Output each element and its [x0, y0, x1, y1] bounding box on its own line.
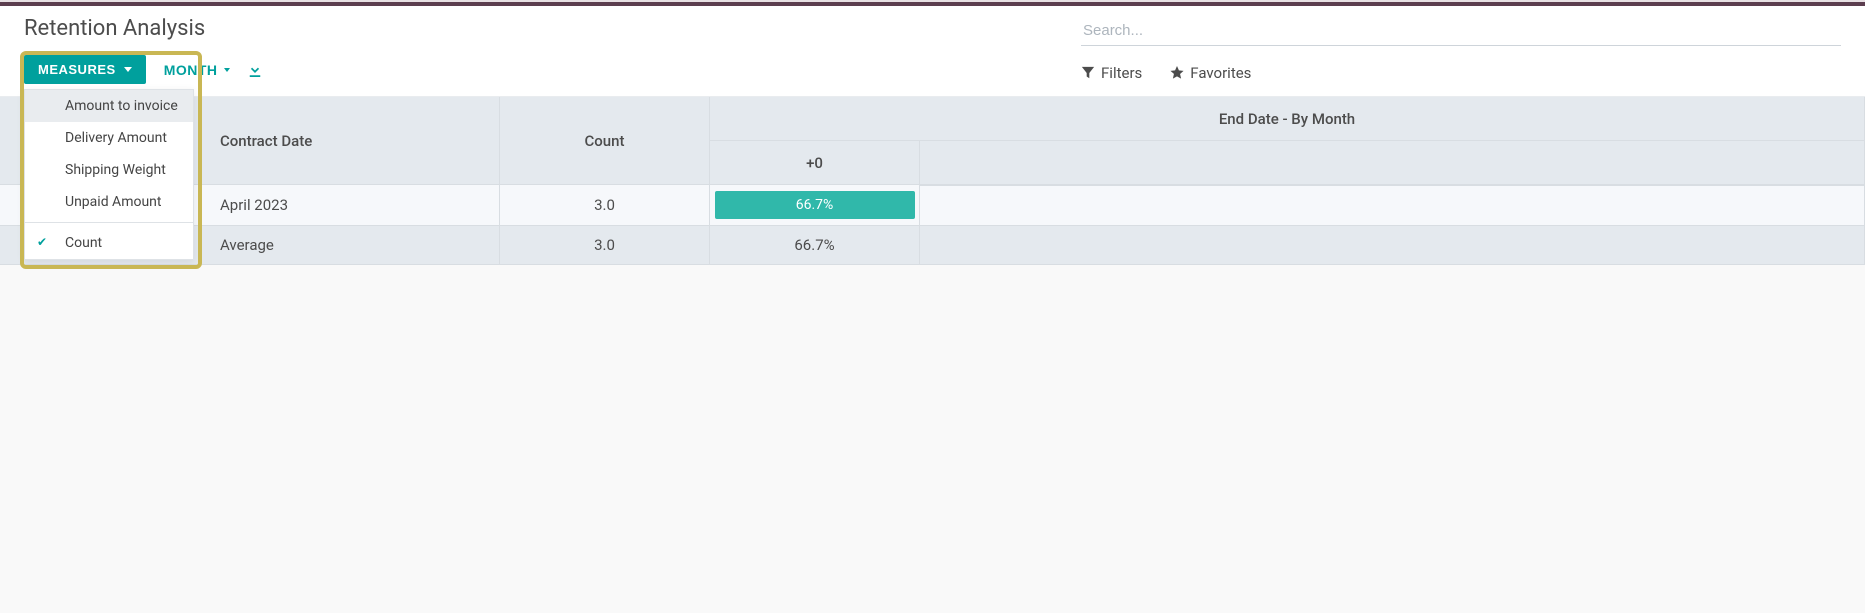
- menu-item-label: Delivery Amount: [65, 130, 167, 146]
- measures-button[interactable]: MEASURES: [24, 55, 146, 84]
- menu-item-label: Count: [65, 235, 102, 251]
- measures-item-unpaid-amount[interactable]: Unpaid Amount: [25, 186, 193, 218]
- menu-item-label: Shipping Weight: [65, 162, 166, 178]
- menu-item-label: Unpaid Amount: [65, 194, 161, 210]
- cell-avg-count: 3.0: [500, 226, 710, 265]
- funnel-icon: [1081, 66, 1095, 80]
- measures-item-count[interactable]: ✔ Count: [25, 227, 193, 259]
- cell-empty: [920, 185, 1865, 226]
- cell-count: 3.0: [500, 185, 710, 226]
- measures-button-label: MEASURES: [38, 62, 116, 77]
- cell-avg-pct: 66.7%: [710, 226, 920, 265]
- table-row: April 2023 3.0 66.7%: [0, 185, 1865, 226]
- col-count[interactable]: Count: [500, 97, 710, 185]
- download-icon: [248, 63, 262, 77]
- measures-item-amount-to-invoice[interactable]: Amount to invoice: [25, 90, 193, 122]
- toolbar: MEASURES MONTH Amount to invoice Deliver…: [24, 55, 262, 96]
- col-plus-0[interactable]: +0: [710, 141, 920, 185]
- retention-chip: 66.7%: [715, 191, 915, 219]
- measures-item-shipping-weight[interactable]: Shipping Weight: [25, 154, 193, 186]
- favorites-label: Favorites: [1190, 64, 1251, 82]
- page-title: Retention Analysis: [24, 16, 262, 41]
- col-spacer: [920, 141, 1865, 185]
- search-input[interactable]: [1081, 16, 1841, 46]
- cell-retention-0: 66.7%: [710, 185, 920, 226]
- retention-table: Contract Date Count End Date - By Month …: [0, 97, 1865, 265]
- caret-down-icon: [224, 68, 230, 72]
- search-controls: Filters Favorites: [1081, 64, 1841, 94]
- star-icon: [1170, 66, 1184, 80]
- col-end-date-group[interactable]: End Date - By Month: [710, 97, 1865, 141]
- cell-empty: [920, 226, 1865, 265]
- measures-item-delivery-amount[interactable]: Delivery Amount: [25, 122, 193, 154]
- check-icon: ✔: [37, 235, 47, 249]
- filters-button[interactable]: Filters: [1081, 64, 1142, 82]
- month-button-label: MONTH: [164, 62, 218, 78]
- month-button[interactable]: MONTH: [164, 62, 230, 78]
- filters-label: Filters: [1101, 64, 1142, 82]
- download-button[interactable]: [248, 61, 262, 78]
- menu-divider: [25, 222, 193, 223]
- caret-down-icon: [124, 67, 132, 72]
- retention-table-wrapper: Contract Date Count End Date - By Month …: [0, 97, 1865, 265]
- page-header: Retention Analysis MEASURES MONTH Amount…: [0, 6, 1865, 97]
- favorites-button[interactable]: Favorites: [1170, 64, 1251, 82]
- menu-item-label: Amount to invoice: [65, 98, 178, 114]
- table-row-average: Average 3.0 66.7%: [0, 226, 1865, 265]
- measures-dropdown: Amount to invoice Delivery Amount Shippi…: [24, 89, 194, 260]
